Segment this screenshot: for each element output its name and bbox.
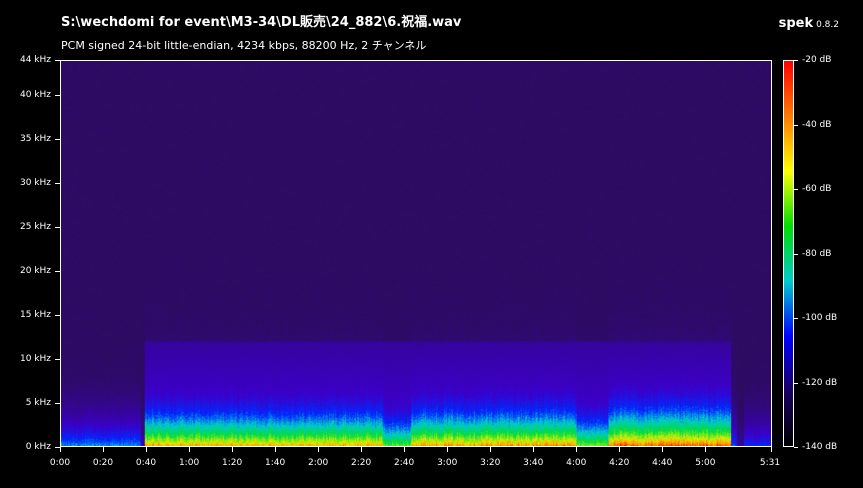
time-tick xyxy=(662,447,664,452)
time-tick-label: 4:00 xyxy=(566,458,587,468)
time-tick xyxy=(232,447,234,452)
db-tick-label: -20 dB xyxy=(802,55,832,65)
db-tick-label: -40 dB xyxy=(802,119,832,130)
time-tick-label: 1:20 xyxy=(221,458,243,468)
time-tick-label: 4:20 xyxy=(609,458,630,468)
frequency-tick xyxy=(55,183,60,185)
db-tick xyxy=(794,318,798,319)
frequency-tick xyxy=(55,271,60,273)
frequency-tick-label: 10 kHz xyxy=(19,354,51,365)
time-tick xyxy=(275,447,277,452)
time-tick xyxy=(189,447,191,452)
time-tick xyxy=(146,447,148,452)
audio-format-info: PCM signed 24-bit little-endian, 4234 kb… xyxy=(61,39,427,52)
time-tick xyxy=(318,447,320,452)
db-tick-label: -100 dB xyxy=(802,313,838,323)
frequency-tick xyxy=(55,139,60,141)
frequency-tick-label: 35 kHz xyxy=(19,134,51,145)
frequency-tick xyxy=(55,60,60,61)
time-tick-label: 1:40 xyxy=(264,458,286,468)
frequency-tick-label: 0 kHz xyxy=(25,442,51,452)
time-tick xyxy=(60,447,61,452)
frequency-tick xyxy=(55,95,60,97)
time-tick-label: 3:20 xyxy=(480,458,501,468)
time-tick xyxy=(576,447,578,452)
db-tick-label: -80 dB xyxy=(802,248,832,259)
db-tick xyxy=(794,60,798,61)
time-tick-label: 2:20 xyxy=(351,458,372,468)
time-tick-label: 4:40 xyxy=(652,458,673,468)
frequency-tick-label: 44 kHz xyxy=(19,55,51,65)
app-version: 0.8.2 xyxy=(816,20,839,30)
frequency-tick-label: 40 kHz xyxy=(19,90,51,101)
file-path-title: S:\wechdomi for event\M3-34\DL販売\24_882\… xyxy=(61,15,462,30)
time-tick-label: 2:40 xyxy=(394,458,415,468)
frequency-tick xyxy=(55,359,60,361)
app-name: spek xyxy=(778,16,814,31)
time-tick-label: 5:31 xyxy=(759,458,781,468)
time-tick-label: 1:00 xyxy=(178,458,200,468)
frequency-tick-label: 20 kHz xyxy=(19,266,51,277)
time-tick xyxy=(771,447,772,452)
db-tick-label: -60 dB xyxy=(802,184,832,194)
spectrogram-plot xyxy=(60,60,772,447)
time-tick-label: 3:40 xyxy=(523,458,544,468)
db-tick xyxy=(794,447,798,448)
time-tick xyxy=(490,447,492,452)
db-tick xyxy=(794,253,798,255)
time-tick-label: 0:00 xyxy=(49,458,71,468)
time-tick xyxy=(404,447,406,452)
time-tick xyxy=(705,447,707,452)
db-tick-label: -140 dB xyxy=(802,442,838,452)
frequency-tick-label: 15 kHz xyxy=(19,310,51,321)
time-tick xyxy=(619,447,621,452)
time-tick-label: 5:00 xyxy=(695,458,716,468)
spectrogram-image xyxy=(61,61,771,446)
time-tick xyxy=(447,447,449,452)
time-tick xyxy=(103,447,105,452)
db-tick xyxy=(794,189,798,190)
db-tick xyxy=(794,382,798,384)
frequency-tick xyxy=(55,403,60,405)
frequency-tick xyxy=(55,315,60,317)
time-tick xyxy=(361,447,363,452)
db-tick xyxy=(794,124,798,126)
time-tick-label: 0:20 xyxy=(92,458,114,468)
db-colorbar xyxy=(783,60,794,447)
frequency-tick-label: 5 kHz xyxy=(25,398,51,409)
frequency-tick xyxy=(55,227,60,229)
frequency-tick-label: 30 kHz xyxy=(19,178,51,189)
db-tick-label: -120 dB xyxy=(802,377,838,388)
app-brand: spek 0.8.2 xyxy=(779,12,839,31)
time-tick xyxy=(533,447,535,452)
time-tick-label: 2:00 xyxy=(308,458,329,468)
time-tick-label: 3:00 xyxy=(437,458,458,468)
time-tick-label: 0:40 xyxy=(135,458,157,468)
frequency-tick-label: 25 kHz xyxy=(19,222,51,233)
